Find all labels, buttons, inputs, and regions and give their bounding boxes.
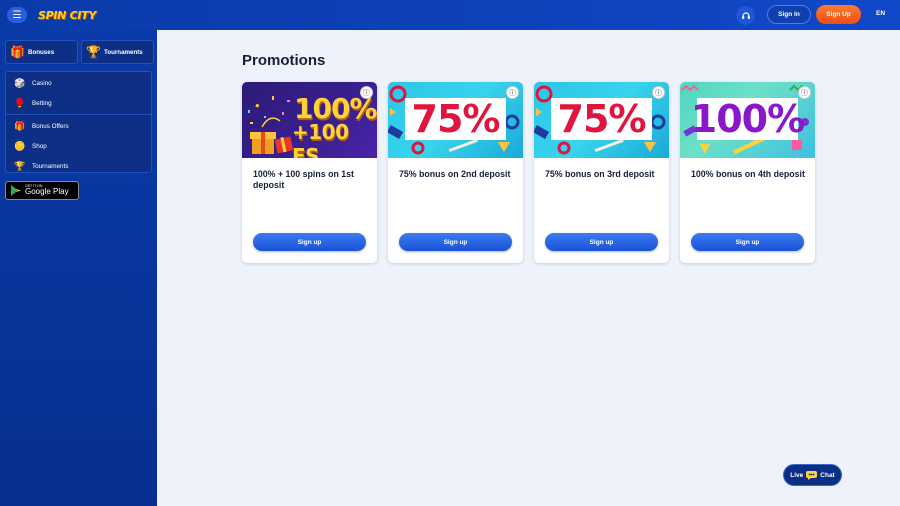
info-icon: ⓘ bbox=[363, 89, 370, 97]
sidebar-item-label: Bonus Offers bbox=[32, 122, 69, 130]
menu-icon: ☰ bbox=[12, 9, 22, 21]
google-play-big: Google Play bbox=[25, 187, 69, 197]
info-button[interactable]: ⓘ bbox=[798, 86, 811, 99]
sidebar: 🎁 Bonuses 🏆 Tournaments 🎲 Casino 🥊 Betti… bbox=[0, 30, 157, 506]
sidebar-item-label: Casino bbox=[32, 79, 52, 87]
promo-banner[interactable]: 100% +100 FS ⓘ bbox=[242, 82, 377, 158]
percentage-badge: 75% bbox=[551, 97, 652, 141]
tab-tournaments[interactable]: 🏆 Tournaments bbox=[81, 40, 154, 64]
sign-in-button[interactable]: Sign In bbox=[767, 5, 811, 24]
sidebar-top-tabs: 🎁 Bonuses 🏆 Tournaments bbox=[5, 40, 154, 64]
boxing-glove-icon: 🥊 bbox=[14, 97, 26, 108]
card-title: 75% bonus on 2nd deposit bbox=[399, 169, 511, 179]
headset-icon bbox=[741, 11, 750, 19]
card-title: 75% bonus on 3rd deposit bbox=[545, 169, 655, 179]
card-title: 100% + 100 spins on 1st deposit bbox=[253, 169, 354, 190]
promo-card: 75% ⓘ 75% bonus on 3rd deposit Sign up bbox=[534, 82, 669, 263]
card-title: 100% bonus on 4th deposit bbox=[691, 169, 805, 179]
promo-card: 100% ⓘ 100% bonus on 4th deposit Sign up bbox=[680, 82, 815, 263]
coins-icon: 🪙 bbox=[14, 140, 26, 151]
sidebar-item-bonus-offers[interactable]: 🎁 Bonus Offers bbox=[6, 116, 151, 136]
sidebar-item-tournaments[interactable]: 🏆 Tournaments bbox=[6, 156, 151, 176]
sidebar-item-casino[interactable]: 🎲 Casino bbox=[6, 73, 151, 93]
info-icon: ⓘ bbox=[509, 89, 516, 97]
sidebar-item-label: Shop bbox=[32, 142, 47, 150]
google-play-text: GET IT ON Google Play bbox=[25, 184, 69, 197]
percentage-badge: 100% bbox=[690, 97, 805, 141]
info-icon: ⓘ bbox=[801, 89, 808, 97]
live-chat-label-left: Live bbox=[790, 471, 804, 479]
page-title: Promotions bbox=[242, 52, 326, 69]
google-play-badge[interactable]: GET IT ON Google Play bbox=[5, 181, 79, 200]
tab-label: Bonuses bbox=[28, 48, 55, 56]
trophy-icon: 🏆 bbox=[14, 160, 26, 171]
divider bbox=[6, 114, 151, 115]
sidebar-item-shop[interactable]: 🪙 Shop bbox=[6, 136, 151, 156]
card-sign-up-button[interactable]: Sign up bbox=[399, 233, 512, 251]
dice-icon: 🎲 bbox=[14, 77, 26, 88]
info-button[interactable]: ⓘ bbox=[652, 86, 665, 99]
live-chat-label-right: Chat bbox=[820, 471, 835, 479]
info-button[interactable]: ⓘ bbox=[360, 86, 373, 99]
tab-bonuses[interactable]: 🎁 Bonuses bbox=[5, 40, 78, 64]
site-logo[interactable]: SPIN CITY bbox=[38, 6, 96, 24]
promo-banner[interactable]: 75% ⓘ bbox=[388, 82, 523, 158]
percentage-badge: 75% bbox=[405, 97, 506, 141]
language-selector[interactable]: EN bbox=[876, 10, 885, 17]
sign-up-button[interactable]: Sign Up bbox=[816, 5, 861, 24]
sidebar-nav: 🎲 Casino 🥊 Betting 🎁 Bonus Offers 🪙 Shop… bbox=[5, 71, 152, 173]
banner-line2: +100 FS bbox=[292, 120, 349, 158]
promo-banner[interactable]: 100% ⓘ bbox=[680, 82, 815, 158]
live-chat-button[interactable]: Live Chat bbox=[783, 464, 842, 486]
google-play-icon bbox=[11, 185, 21, 196]
logo-text: SPIN CITY bbox=[38, 8, 97, 22]
sidebar-item-betting[interactable]: 🥊 Betting bbox=[6, 93, 151, 113]
promo-banner[interactable]: 75% ⓘ bbox=[534, 82, 669, 158]
menu-toggle-button[interactable]: ☰ bbox=[7, 7, 27, 23]
gift-icon: 🎁 bbox=[10, 45, 25, 59]
card-sign-up-button[interactable]: Sign up bbox=[253, 233, 366, 251]
promo-card: 100% +100 FS ⓘ 100% + 100 spins on 1st d… bbox=[242, 82, 377, 263]
support-button[interactable] bbox=[736, 6, 755, 25]
chat-bubble-icon bbox=[806, 470, 818, 480]
promo-card: 75% ⓘ 75% bonus on 2nd deposit Sign up bbox=[388, 82, 523, 263]
gift-icon: 🎁 bbox=[14, 120, 26, 131]
info-icon: ⓘ bbox=[655, 89, 662, 97]
sidebar-item-label: Tournaments bbox=[32, 162, 69, 170]
card-sign-up-button[interactable]: Sign up bbox=[691, 233, 804, 251]
info-button[interactable]: ⓘ bbox=[506, 86, 519, 99]
tab-label: Tournaments bbox=[104, 48, 143, 56]
trophy-icon: 🏆 bbox=[86, 45, 101, 59]
top-header: ☰ SPIN CITY Sign In Sign Up EN bbox=[0, 0, 900, 30]
card-sign-up-button[interactable]: Sign up bbox=[545, 233, 658, 251]
sidebar-item-label: Betting bbox=[32, 99, 52, 107]
